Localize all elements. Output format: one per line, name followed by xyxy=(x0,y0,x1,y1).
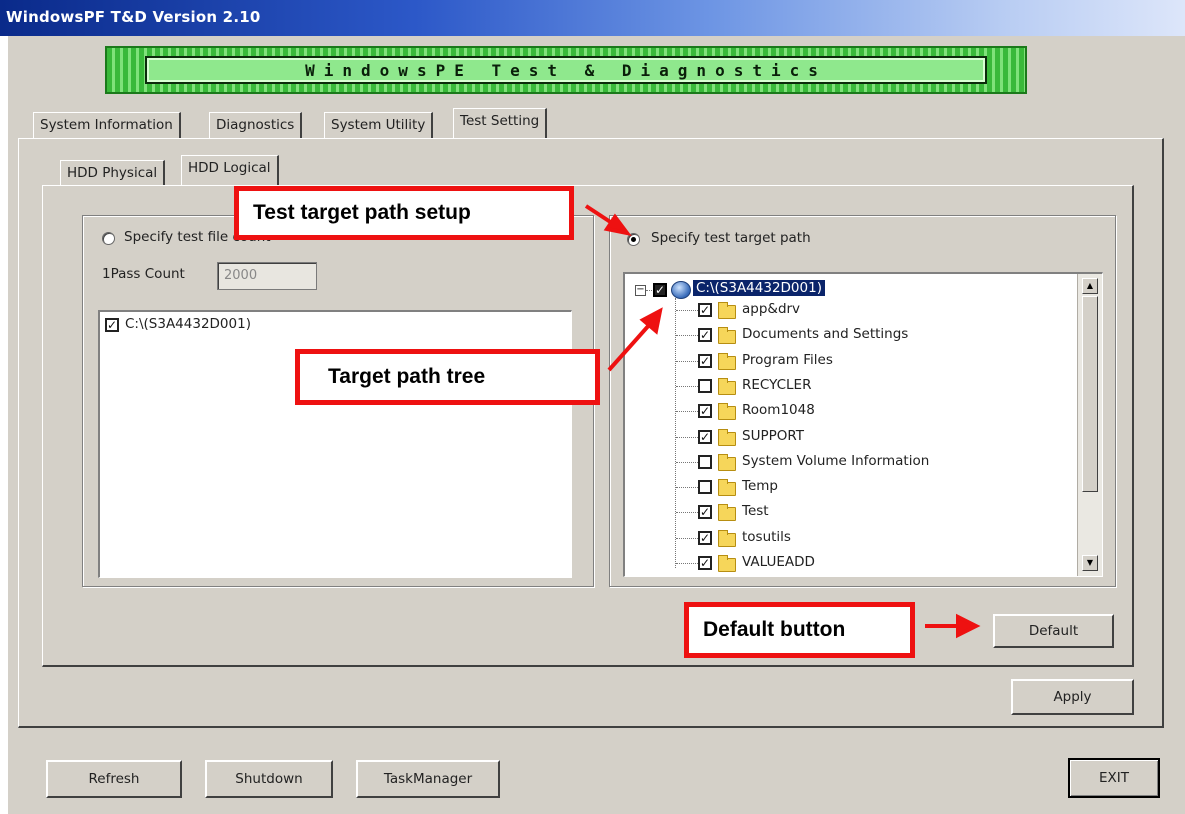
folder-label: app&drv xyxy=(742,301,801,317)
tab-hdd-logical[interactable]: HDD Logical xyxy=(181,155,279,185)
tree-connector xyxy=(676,436,698,438)
root-checkbox[interactable] xyxy=(653,283,667,297)
folder-label: Program Files xyxy=(742,351,833,368)
folder-icon xyxy=(718,453,736,471)
target-path-tree[interactable]: − C:\(S3A4432D001) app&drv Documents and … xyxy=(623,272,1103,577)
folder-icon xyxy=(718,403,736,421)
tree-connector xyxy=(676,512,698,514)
tree-scrollbar[interactable]: ▲ ▼ xyxy=(1077,274,1102,576)
tab-label: System Information xyxy=(40,117,173,133)
folder-icon xyxy=(718,555,736,572)
scroll-up-button[interactable]: ▲ xyxy=(1082,278,1098,294)
banner-title-plate: WindowsPE Test & Diagnostics xyxy=(145,56,987,84)
apply-button[interactable]: Apply xyxy=(1011,679,1134,715)
folder-label: RECYCLER xyxy=(742,376,812,393)
tree-item[interactable]: Room1048 xyxy=(625,399,1075,424)
scroll-thumb[interactable] xyxy=(1082,296,1098,492)
folder-icon xyxy=(718,377,736,395)
taskmanager-button[interactable]: TaskManager xyxy=(356,760,500,798)
tree-connector xyxy=(676,360,698,362)
tree-connector xyxy=(676,487,698,489)
tree-connector xyxy=(676,335,698,337)
window-title: WindowsPF T&D Version 2.10 xyxy=(6,8,261,26)
callout-target-path-setup: Test target path setup xyxy=(234,186,574,240)
folder-label: Room1048 xyxy=(742,402,815,419)
tab-hdd-physical[interactable]: HDD Physical xyxy=(60,160,166,186)
folder-icon xyxy=(718,529,736,547)
shutdown-button[interactable]: Shutdown xyxy=(205,760,333,798)
folder-checkbox[interactable] xyxy=(698,303,712,317)
pass-count-label: 1Pass Count xyxy=(102,266,185,282)
folder-icon xyxy=(718,302,736,319)
tab-test-setting[interactable]: Test Setting xyxy=(453,108,548,138)
scroll-down-button[interactable]: ▼ xyxy=(1082,555,1098,571)
folder-checkbox[interactable] xyxy=(698,505,712,520)
banner-title: WindowsPE Test & Diagnostics xyxy=(305,60,827,80)
folder-checkbox[interactable] xyxy=(698,454,712,469)
folder-label: Temp xyxy=(742,478,778,495)
tree-root-label[interactable]: C:\(S3A4432D001) xyxy=(693,280,825,296)
folder-icon xyxy=(718,479,736,497)
target-path-radio[interactable] xyxy=(627,233,640,246)
folder-checkbox[interactable] xyxy=(698,328,712,343)
folder-label: VALUEADD xyxy=(742,554,815,570)
app-banner: WindowsPE Test & Diagnostics xyxy=(105,46,1027,94)
drive-checkbox[interactable] xyxy=(105,318,119,332)
pass-count-input[interactable]: 2000 xyxy=(217,262,317,290)
folder-label: SUPPORT xyxy=(742,427,805,444)
tree-item[interactable]: tosutils xyxy=(625,526,1075,551)
tab-label: Test Setting xyxy=(460,113,540,129)
tab-label: HDD Physical xyxy=(67,165,158,181)
tab-label: Diagnostics xyxy=(216,117,295,133)
tree-connector xyxy=(676,537,698,539)
tree-item[interactable]: Temp xyxy=(625,475,1075,500)
drive-item-label: C:\(S3A4432D001) xyxy=(125,316,251,332)
tree-item[interactable]: SUPPORT xyxy=(625,425,1075,450)
tree-item[interactable]: Test xyxy=(625,500,1075,525)
folder-checkbox[interactable] xyxy=(698,429,712,444)
tree-connector xyxy=(676,411,698,413)
folder-label: Test xyxy=(742,503,769,520)
folder-checkbox[interactable] xyxy=(698,404,712,419)
folder-checkbox[interactable] xyxy=(698,378,712,393)
tab-label: System Utility xyxy=(331,117,426,133)
folder-label: Documents and Settings xyxy=(742,326,909,343)
tree-item[interactable]: System Volume Information xyxy=(625,450,1075,475)
tree-connector xyxy=(676,563,698,564)
tree-item[interactable]: Program Files xyxy=(625,349,1075,374)
tree-item[interactable]: VALUEADD xyxy=(625,551,1075,576)
folder-icon xyxy=(718,504,736,522)
collapse-icon[interactable]: − xyxy=(635,285,646,296)
tree-connector xyxy=(676,385,698,387)
tree-item[interactable]: RECYCLER xyxy=(625,374,1075,399)
tree-connector xyxy=(646,290,652,291)
tree-connector xyxy=(676,310,698,311)
target-path-radio-label: Specify test target path xyxy=(651,230,811,246)
tab-system-information[interactable]: System Information xyxy=(33,112,181,138)
folder-icon xyxy=(718,428,736,446)
drive-icon xyxy=(671,281,691,299)
folder-checkbox[interactable] xyxy=(698,556,712,570)
callout-default-button: Default button xyxy=(684,602,915,658)
refresh-button[interactable]: Refresh xyxy=(46,760,182,798)
folder-checkbox[interactable] xyxy=(698,353,712,368)
file-count-radio[interactable] xyxy=(102,232,115,245)
folder-icon xyxy=(718,352,736,370)
tab-label: HDD Logical xyxy=(188,160,271,176)
exit-button[interactable]: EXIT xyxy=(1068,758,1160,798)
tree-item[interactable]: Documents and Settings xyxy=(625,323,1075,348)
tab-diagnostics[interactable]: Diagnostics xyxy=(209,112,303,138)
callout-target-path-tree: Target path tree xyxy=(295,349,600,405)
tree-connector xyxy=(676,461,698,463)
tree-item[interactable]: app&drv xyxy=(625,298,1075,323)
default-button[interactable]: Default xyxy=(993,614,1114,648)
folder-checkbox[interactable] xyxy=(698,530,712,545)
folder-label: System Volume Information xyxy=(742,452,930,469)
folder-checkbox[interactable] xyxy=(698,480,712,495)
tab-system-utility[interactable]: System Utility xyxy=(324,112,434,138)
folder-label: tosutils xyxy=(742,528,791,545)
folder-icon xyxy=(718,327,736,345)
title-bar: WindowsPF T&D Version 2.10 xyxy=(0,0,1185,36)
